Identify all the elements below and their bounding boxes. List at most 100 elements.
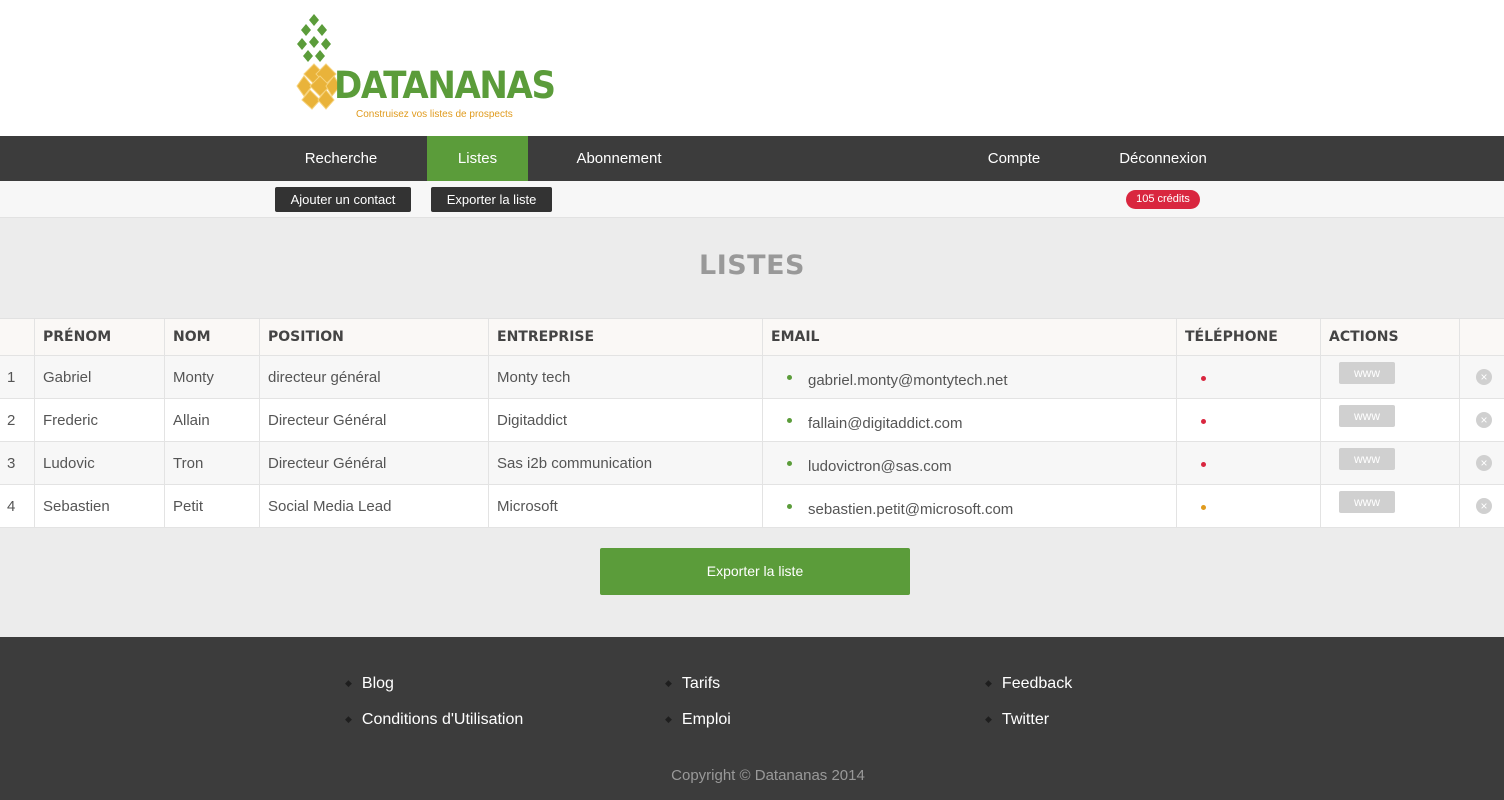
diamond-bullet-icon: ◆ [665, 678, 672, 688]
cell-actions: www [1320, 356, 1460, 398]
footer-link-label: Twitter [1001, 711, 1050, 728]
cell-index: 2 [7, 411, 16, 429]
cell-position: directeur général [259, 356, 489, 398]
email-text[interactable]: sebastien.petit@microsoft.com [808, 501, 1013, 518]
site-header: DATANANAS Construisez vos listes de pros… [0, 0, 1504, 136]
footer-link-feedback[interactable]: ◆ Feedback [985, 675, 1072, 693]
toolbar: Ajouter un contact Exporter la liste 105… [0, 181, 1504, 218]
footer-link-label: Conditions d'Utilisation [361, 711, 524, 728]
phone-status-dot-icon [1201, 504, 1206, 510]
cell-entreprise: Sas i2b communication [488, 442, 763, 484]
cell-index: 3 [7, 454, 16, 472]
cell-prenom: Sebastien [34, 485, 165, 527]
cell-prenom: Gabriel [34, 356, 165, 398]
diamond-bullet-icon: ◆ [665, 714, 672, 724]
footer-link-label: Blog [361, 675, 394, 692]
email-status-dot-icon [787, 503, 792, 509]
cell-nom: Allain [164, 399, 260, 441]
header-nom: NOM [164, 319, 260, 355]
cell-position: Directeur Général [259, 399, 489, 441]
export-list-button[interactable]: Exporter la liste [431, 187, 552, 212]
footer-link-conditions[interactable]: ◆ Conditions d'Utilisation [345, 711, 523, 729]
site-footer: ◆ Blog ◆ Tarifs ◆ Feedback ◆ Conditions d'Ut… [0, 637, 1504, 800]
footer-link-blog[interactable]: ◆ Blog [345, 675, 394, 693]
cell-entreprise: Microsoft [488, 485, 763, 527]
cell-nom: Tron [164, 442, 260, 484]
copyright: Copyright © Datananas 2014 [671, 767, 865, 784]
close-circle-icon[interactable]: × [1476, 412, 1492, 428]
cell-position: Directeur Général [259, 442, 489, 484]
email-text[interactable]: ludovictron@sas.com [808, 458, 952, 475]
cell-position: Social Media Lead [259, 485, 489, 527]
nav-item-abonnement[interactable]: Abonnement [560, 136, 678, 181]
header-delete [1459, 319, 1504, 355]
cell-delete: × [1459, 485, 1504, 527]
cell-telephone [1176, 399, 1321, 441]
main-nav: Recherche Listes Abonnement Compte Décon… [0, 136, 1504, 181]
email-text[interactable]: fallain@digitaddict.com [808, 415, 962, 432]
diamond-bullet-icon: ◆ [345, 678, 352, 688]
header-position: POSITION [259, 319, 489, 355]
email-status-dot-icon [787, 460, 792, 466]
footer-link-label: Feedback [1001, 675, 1073, 692]
email-status-dot-icon [787, 374, 792, 380]
cell-email: gabriel.monty@montytech.net [762, 356, 1177, 398]
diamond-bullet-icon: ◆ [985, 714, 992, 724]
www-button[interactable]: www [1339, 448, 1395, 470]
header-index [0, 319, 35, 355]
header-entreprise: ENTREPRISE [488, 319, 763, 355]
footer-link-emploi[interactable]: ◆ Emploi [665, 711, 731, 729]
nav-item-deconnexion[interactable]: Déconnexion [1106, 136, 1220, 181]
cell-nom: Petit [164, 485, 260, 527]
footer-link-label: Tarifs [681, 675, 721, 692]
table-row: 3 Ludovic Tron Directeur Général Sas i2b com… [0, 442, 1504, 485]
cell-email: sebastien.petit@microsoft.com [762, 485, 1177, 527]
close-circle-icon[interactable]: × [1476, 498, 1492, 514]
email-text[interactable]: gabriel.monty@montytech.net [808, 372, 1008, 389]
cell-email: ludovictron@sas.com [762, 442, 1177, 484]
export-list-main-button[interactable]: Exporter la liste [600, 548, 910, 595]
cell-delete: × [1459, 399, 1504, 441]
cell-actions: www [1320, 399, 1460, 441]
page-title: LISTES [698, 250, 805, 281]
table-row: 4 Sebastien Petit Social Media Lead Microsof… [0, 485, 1504, 528]
phone-status-dot-icon [1201, 461, 1206, 467]
datananas-logo[interactable]: DATANANAS Construisez vos listes de pros… [296, 12, 556, 124]
nav-item-compte[interactable]: Compte [968, 136, 1060, 181]
credits-badge: 105 crédits [1126, 190, 1200, 209]
cell-prenom: Ludovic [34, 442, 165, 484]
brand-name: DATANANAS [334, 64, 556, 107]
nav-item-recherche[interactable]: Recherche [285, 136, 397, 181]
footer-link-twitter[interactable]: ◆ Twitter [985, 711, 1049, 729]
footer-link-tarifs[interactable]: ◆ Tarifs [665, 675, 720, 693]
www-button[interactable]: www [1339, 405, 1395, 427]
table-row: 1 Gabriel Monty directeur général Monty tech… [0, 356, 1504, 399]
cell-delete: × [1459, 356, 1504, 398]
header-email: EMAIL [762, 319, 1177, 355]
cell-nom: Monty [164, 356, 260, 398]
cell-actions: www [1320, 485, 1460, 527]
cell-telephone [1176, 485, 1321, 527]
brand-tagline: Construisez vos listes de prospects [356, 109, 513, 120]
phone-status-dot-icon [1201, 375, 1206, 381]
diamond-bullet-icon: ◆ [345, 714, 352, 724]
cell-entreprise: Digitaddict [488, 399, 763, 441]
close-circle-icon[interactable]: × [1476, 369, 1492, 385]
add-contact-button[interactable]: Ajouter un contact [275, 187, 411, 212]
nav-item-listes[interactable]: Listes [427, 136, 528, 181]
www-button[interactable]: www [1339, 362, 1395, 384]
cell-prenom: Frederic [34, 399, 165, 441]
table-header-row: PRÉNOM NOM POSITION ENTREPRISE EMAIL TÉL… [0, 318, 1504, 356]
footer-link-label: Emploi [681, 711, 731, 728]
cell-index: 1 [7, 368, 16, 386]
www-button[interactable]: www [1339, 491, 1395, 513]
close-circle-icon[interactable]: × [1476, 455, 1492, 471]
header-telephone: TÉLÉPHONE [1176, 319, 1321, 355]
cell-telephone [1176, 442, 1321, 484]
cell-entreprise: Monty tech [488, 356, 763, 398]
email-status-dot-icon [787, 417, 792, 423]
phone-status-dot-icon [1201, 418, 1206, 424]
header-prenom: PRÉNOM [34, 319, 165, 355]
cell-actions: www [1320, 442, 1460, 484]
cell-telephone [1176, 356, 1321, 398]
